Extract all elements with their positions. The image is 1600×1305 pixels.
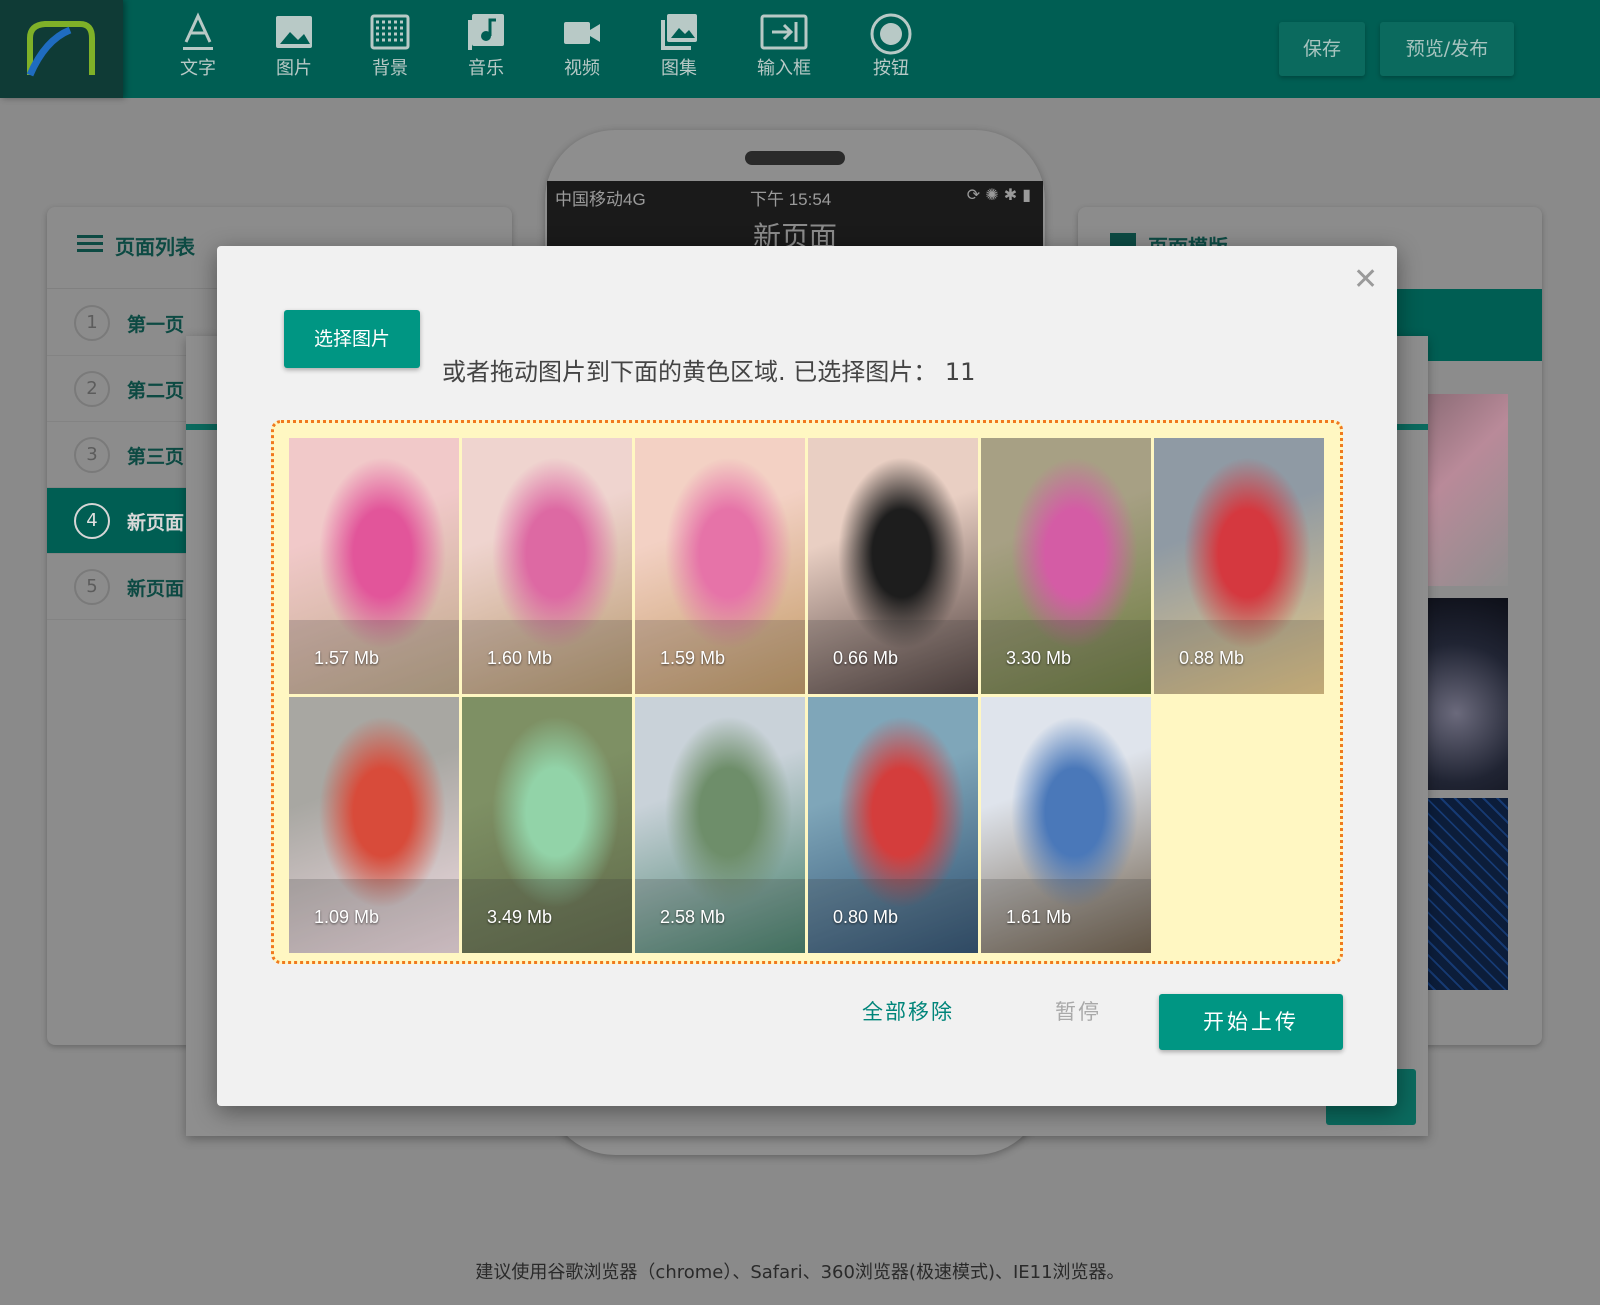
browser-recommendation: 建议使用谷歌浏览器（chrome）、Safari、360浏览器(极速模式)、IE… (475, 1262, 1125, 1283)
app-logo[interactable] (0, 0, 123, 98)
toolbar-item-image[interactable]: 图片 (254, 12, 334, 80)
page-name: 新页面 (127, 578, 185, 600)
status-icons: ⟳ ✺ ✱ ▮ (966, 185, 1031, 204)
carrier-label: 中国移动4G (555, 190, 646, 209)
toolbar-item-label: 音乐 (468, 58, 504, 79)
toolbar-item-text[interactable]: 文字 (158, 12, 238, 80)
image-size-label: 1.59 Mb (635, 620, 805, 694)
select-image-button[interactable]: 选择图片 (284, 310, 420, 368)
image-size-label: 0.66 Mb (808, 620, 978, 694)
toolbar-item-label: 视频 (564, 58, 600, 79)
image-thumbnail[interactable]: 2.58 Mb (635, 697, 805, 953)
toolbar-item-button[interactable]: 按钮 (851, 12, 931, 80)
logo-icon (26, 21, 95, 77)
image-thumbnail[interactable]: 3.49 Mb (462, 697, 632, 953)
image-size-label: 1.09 Mb (289, 879, 459, 953)
music-icon (446, 12, 526, 58)
toolbar-item-background[interactable]: 背景 (350, 12, 430, 80)
template-thumbnail[interactable] (1422, 394, 1508, 586)
start-upload-button[interactable]: 开始上传 (1159, 994, 1343, 1050)
image-size-label: 3.49 Mb (462, 879, 632, 953)
image-thumbnail[interactable]: 1.57 Mb (289, 438, 459, 694)
template-thumbnail[interactable] (1422, 798, 1508, 990)
toolbar-item-label: 图片 (276, 58, 312, 79)
image-thumbnail[interactable]: 1.60 Mb (462, 438, 632, 694)
image-size-label: 1.60 Mb (462, 620, 632, 694)
top-toolbar: 文字 图片 背景 音乐 视频 图集 输入框 按钮 保存 预览/发布 (0, 0, 1600, 98)
page-list-title: 页面列表 (115, 235, 195, 259)
toolbar-item-label: 输入框 (757, 58, 811, 79)
image-size-label: 0.80 Mb (808, 879, 978, 953)
list-icon (77, 235, 103, 257)
image-upload-modal: ✕ 选择图片 或者拖动图片到下面的黄色区域. 已选择图片： 11 1.57 Mb… (217, 246, 1397, 1106)
pause-button[interactable]: 暂停 (1055, 996, 1101, 1026)
image-thumbnail[interactable]: 0.88 Mb (1154, 438, 1324, 694)
page-number-badge: 5 (74, 569, 110, 605)
toolbar-item-label: 背景 (372, 58, 408, 79)
page-number-badge: 2 (74, 371, 110, 407)
image-thumbnail[interactable]: 3.30 Mb (981, 438, 1151, 694)
preview-publish-button[interactable]: 预览/发布 (1380, 22, 1514, 76)
image-size-label: 0.88 Mb (1154, 620, 1324, 694)
toolbar-item-gallery[interactable]: 图集 (639, 12, 719, 80)
page-name: 第二页 (127, 380, 185, 402)
drop-hint-text: 或者拖动图片到下面的黄色区域. 已选择图片： 11 (442, 358, 976, 386)
template-thumbnail[interactable] (1422, 598, 1508, 790)
page-name: 第一页 (127, 314, 185, 336)
toolbar-item-label: 按钮 (873, 58, 909, 79)
phone-screen: 中国移动4G 下午 15:54 ⟳ ✺ ✱ ▮ 新页面 (547, 181, 1043, 253)
clock-label: 下午 15:54 (750, 190, 832, 209)
close-icon[interactable]: ✕ (1353, 262, 1378, 297)
page-number-badge: 1 (74, 305, 110, 341)
image-thumbnail[interactable]: 0.80 Mb (808, 697, 978, 953)
image-thumbnail[interactable]: 1.59 Mb (635, 438, 805, 694)
page-name: 第三页 (127, 446, 185, 468)
background-icon (350, 12, 430, 58)
toolbar-item-music[interactable]: 音乐 (446, 12, 526, 80)
page-name: 新页面 (127, 512, 185, 534)
image-thumbnail[interactable]: 0.66 Mb (808, 438, 978, 694)
text-icon (158, 12, 238, 58)
toolbar-item-label: 文字 (180, 58, 216, 79)
phone-speaker (745, 151, 845, 165)
input-icon (744, 12, 824, 58)
toolbar-item-video[interactable]: 视频 (542, 12, 622, 80)
image-icon (254, 12, 334, 58)
remove-all-button[interactable]: 全部移除 (862, 996, 954, 1026)
image-size-label: 1.57 Mb (289, 620, 459, 694)
video-icon (542, 12, 622, 58)
image-size-label: 2.58 Mb (635, 879, 805, 953)
gallery-icon (639, 12, 719, 58)
page-number-badge: 4 (74, 503, 110, 539)
toolbar-item-label: 图集 (661, 58, 697, 79)
save-button[interactable]: 保存 (1279, 22, 1365, 76)
image-thumbnail[interactable]: 1.09 Mb (289, 697, 459, 953)
image-size-label: 3.30 Mb (981, 620, 1151, 694)
toolbar-item-input[interactable]: 输入框 (744, 12, 824, 80)
image-thumbnail[interactable]: 1.61 Mb (981, 697, 1151, 953)
image-drop-zone[interactable]: 1.57 Mb 1.60 Mb 1.59 Mb 0.66 Mb 3.30 Mb 0.88 … (271, 420, 1343, 964)
button-icon (851, 12, 931, 58)
image-size-label: 1.61 Mb (981, 879, 1151, 953)
page-number-badge: 3 (74, 437, 110, 473)
